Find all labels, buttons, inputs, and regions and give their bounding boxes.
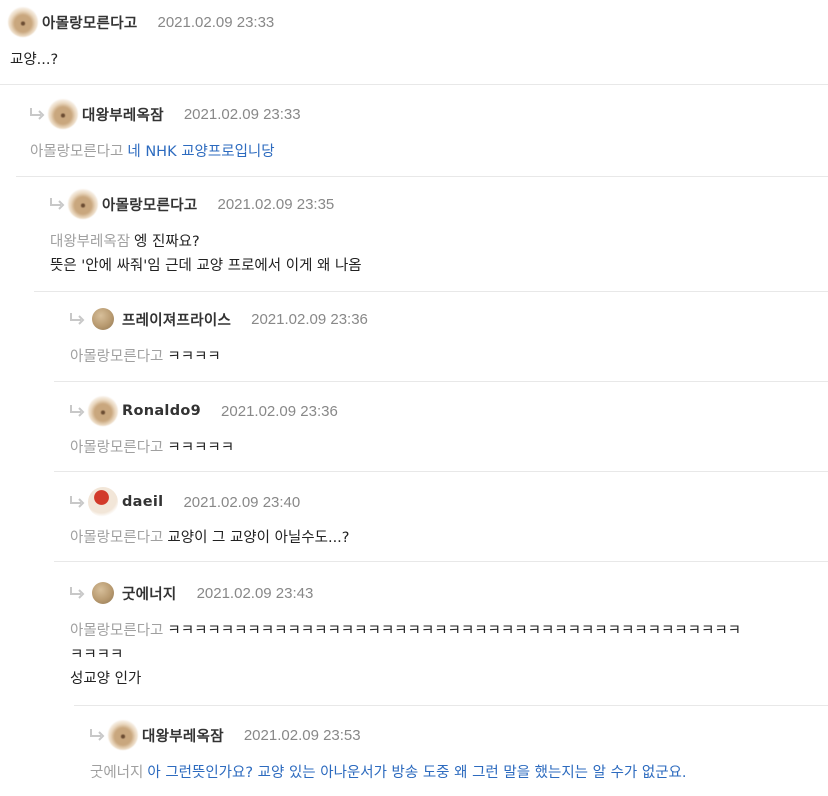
user-avatar[interactable] (88, 396, 118, 426)
comment-date: 2021.02.09 23:43 (196, 584, 314, 602)
comment-author[interactable]: daeil (122, 494, 163, 510)
user-avatar[interactable] (92, 308, 114, 330)
comment-date: 2021.02.09 23:33 (157, 13, 275, 31)
comment-item: daeil 2021.02.09 23:40 아몰랑모른다고 교양이 그 교양이 … (54, 471, 828, 561)
reply-arrow-icon (70, 405, 85, 417)
comment-date: 2021.02.09 23:40 (183, 493, 301, 511)
comment-author[interactable]: 굿에너지 (122, 583, 177, 604)
comment-line: 교양이 그 교양이 아닐수도...? (167, 530, 350, 546)
mention-tag[interactable]: 아몰랑모른다고 (70, 530, 163, 546)
user-avatar[interactable] (108, 720, 138, 750)
comment-line: ㅋㅋㅋㅋㅋ (167, 440, 235, 456)
comment-line: 네 NHK 교양프로입니당 (127, 144, 275, 160)
comment-line: 아 그런뜻인가요? 교양 있는 아나운서가 방송 도중 왜 그런 말을 했는지는… (147, 765, 687, 781)
comment-author[interactable]: 프레이져프라이스 (122, 309, 231, 330)
comment-item: 굿에너지 2021.02.09 23:43 아몰랑모른다고 ㅋㅋㅋㅋㅋㅋㅋㅋㅋㅋㅋ… (54, 561, 828, 705)
reply-arrow-icon (90, 729, 105, 741)
comment-item: 아몰랑모른다고 2021.02.09 23:33 교양...? (0, 0, 828, 84)
comment-text: 아몰랑모른다고 ㅋㅋㅋㅋ (70, 345, 221, 369)
mention-tag[interactable]: 아몰랑모른다고 (30, 144, 123, 160)
comment-item: 대왕부레옥잠 2021.02.09 23:33 아몰랑모른다고 네 NHK 교양프… (0, 84, 828, 176)
reply-arrow-icon (70, 587, 85, 599)
reply-arrow-icon (30, 108, 45, 120)
reply-arrow-icon (70, 496, 85, 508)
comment-text: 아몰랑모른다고 네 NHK 교양프로입니당 (30, 140, 275, 164)
mention-tag[interactable]: 굿에너지 (90, 765, 143, 781)
comment-author[interactable]: 대왕부레옥잠 (142, 725, 224, 746)
user-avatar[interactable] (48, 99, 78, 129)
comment-line: 뜻은 '안에 싸줘'임 근데 교양 프로에서 이게 왜 나옴 (50, 258, 362, 274)
mention-tag[interactable]: 아몰랑모른다고 (70, 349, 163, 365)
reply-arrow-icon (70, 313, 85, 325)
comment-text: 아몰랑모른다고 ㅋㅋㅋㅋㅋㅋㅋㅋㅋㅋㅋㅋㅋㅋㅋㅋㅋㅋㅋㅋㅋㅋㅋㅋㅋㅋㅋㅋㅋㅋㅋㅋㅋ… (70, 619, 828, 691)
comment-author[interactable]: 아몰랑모른다고 (42, 12, 137, 33)
comment-author[interactable]: Ronaldo9 (122, 403, 201, 419)
comment-text: 아몰랑모른다고 교양이 그 교양이 아닐수도...? (70, 526, 349, 550)
comment-item: 아몰랑모른다고 2021.02.09 23:35 대왕부레옥잠 엥 진짜요? 뜻은… (16, 176, 828, 291)
comment-author[interactable]: 아몰랑모른다고 (102, 194, 197, 215)
comment-item: 프레이져프라이스 2021.02.09 23:36 아몰랑모른다고 ㅋㅋㅋㅋ (34, 291, 828, 381)
comment-date: 2021.02.09 23:33 (183, 105, 301, 123)
comment-line: 엥 진짜요? (134, 234, 200, 250)
comment-text: 대왕부레옥잠 엥 진짜요? 뜻은 '안에 싸줘'임 근데 교양 프로에서 이게 왜… (50, 230, 362, 278)
comment-author[interactable]: 대왕부레옥잠 (82, 104, 164, 125)
comment-date: 2021.02.09 23:36 (221, 402, 338, 420)
user-avatar[interactable] (92, 582, 114, 604)
user-avatar[interactable] (8, 7, 38, 37)
comment-line: 성교양 인가 (70, 671, 142, 687)
comment-item: Ronaldo9 2021.02.09 23:36 아몰랑모른다고 ㅋㅋㅋㅋㅋ (54, 381, 828, 471)
comment-line: 교양...? (10, 52, 59, 68)
comment-text: 교양...? (10, 48, 58, 72)
comment-date: 2021.02.09 23:53 (243, 726, 361, 744)
mention-tag[interactable]: 아몰랑모른다고 (70, 440, 163, 456)
comment-date: 2021.02.09 23:36 (251, 310, 368, 328)
mention-tag[interactable]: 대왕부레옥잠 (50, 234, 130, 250)
comment-text: 굿에너지 아 그런뜻인가요? 교양 있는 아나운서가 방송 도중 왜 그런 말을 … (90, 761, 687, 785)
comment-item: 대왕부레옥잠 2021.02.09 23:53 굿에너지 아 그런뜻인가요? 교양… (74, 705, 828, 796)
mention-tag[interactable]: 아몰랑모른다고 (70, 623, 163, 639)
comment-line: ㅋㅋㅋㅋ (70, 647, 124, 663)
user-avatar[interactable] (68, 189, 98, 219)
comment-line: ㅋㅋㅋㅋㅋㅋㅋㅋㅋㅋㅋㅋㅋㅋㅋㅋㅋㅋㅋㅋㅋㅋㅋㅋㅋㅋㅋㅋㅋㅋㅋㅋㅋㅋㅋㅋㅋㅋㅋㅋ… (167, 623, 742, 639)
user-avatar[interactable] (88, 487, 118, 517)
comment-text: 아몰랑모른다고 ㅋㅋㅋㅋㅋ (70, 436, 234, 460)
comment-date: 2021.02.09 23:35 (217, 195, 335, 213)
comment-line: ㅋㅋㅋㅋ (167, 349, 221, 365)
reply-arrow-icon (50, 198, 65, 210)
